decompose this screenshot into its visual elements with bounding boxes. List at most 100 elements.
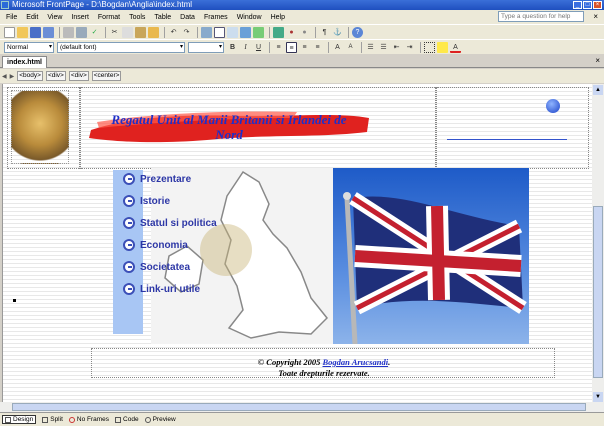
tag-div[interactable]: <div>: [45, 71, 66, 81]
increase-indent-icon[interactable]: ⇥: [404, 42, 415, 53]
align-left-icon[interactable]: ≡: [273, 42, 284, 53]
document-tab-bar: index.html ×: [0, 55, 604, 68]
scroll-down-arrow-icon[interactable]: ▼: [593, 392, 603, 402]
new-page-icon[interactable]: [4, 26, 15, 38]
stop-icon[interactable]: ●: [299, 27, 310, 38]
align-right-icon[interactable]: ≡: [299, 42, 310, 53]
menu-data[interactable]: Data: [180, 14, 195, 21]
tag-forward-arrow-icon[interactable]: ▶: [10, 73, 15, 80]
decrease-indent-icon[interactable]: ⇤: [391, 42, 402, 53]
insert-picture-icon[interactable]: [240, 26, 251, 38]
italic-button[interactable]: I: [240, 42, 251, 53]
save-icon[interactable]: [30, 26, 41, 38]
underline-button[interactable]: U: [253, 42, 264, 53]
no-frames-icon: [68, 416, 75, 423]
nav-item-economia[interactable]: Economia: [123, 234, 217, 256]
align-center-icon[interactable]: ≡: [286, 41, 297, 53]
font-select[interactable]: (default font): [57, 41, 185, 53]
refresh-icon[interactable]: ●: [286, 27, 297, 38]
nav-item-link-uri-utile[interactable]: Link-uri utile: [123, 278, 217, 300]
view-switcher-bar: Design Split No Frames Code Preview: [0, 412, 604, 426]
tag-div[interactable]: <div>: [68, 71, 89, 81]
format-painter-icon[interactable]: [148, 26, 159, 38]
redo-icon[interactable]: ↷: [181, 27, 192, 38]
view-design-button[interactable]: Design: [2, 415, 37, 424]
nav-bullet-icon: [123, 173, 135, 185]
preview-browser-icon[interactable]: [76, 26, 87, 38]
bullets-icon[interactable]: ☰: [378, 42, 389, 53]
undo-icon[interactable]: ↶: [168, 27, 179, 38]
tag-body[interactable]: <body>: [17, 71, 43, 81]
union-jack-flag-image: [333, 168, 529, 345]
globe-icon[interactable]: [546, 99, 560, 113]
view-split-button[interactable]: Split: [42, 416, 63, 423]
menu-insert[interactable]: Insert: [71, 14, 89, 21]
paste-icon[interactable]: [135, 26, 146, 38]
justify-icon[interactable]: ≡: [312, 42, 323, 53]
vertical-scroll-thumb[interactable]: [593, 206, 603, 378]
insert-layer-icon[interactable]: [227, 26, 238, 38]
menu-tools[interactable]: Tools: [129, 14, 145, 21]
nav-item-prezentare[interactable]: Prezentare: [123, 168, 217, 190]
decrease-font-icon[interactable]: A: [345, 42, 356, 53]
font-color-icon[interactable]: A: [450, 42, 461, 53]
web-component-icon[interactable]: [201, 26, 212, 38]
menu-view[interactable]: View: [47, 14, 62, 21]
view-code-button[interactable]: Code: [115, 416, 139, 423]
nav-item-istorie[interactable]: Istorie: [123, 190, 217, 212]
menu-window[interactable]: Window: [237, 14, 262, 21]
close-window-button[interactable]: ×: [593, 1, 602, 9]
borders-icon[interactable]: [424, 41, 435, 53]
design-canvas[interactable]: Regatul Unit al Marii Britanii si Irland…: [2, 84, 592, 404]
stray-bullet-marker: [13, 299, 16, 302]
tab-index-html[interactable]: index.html: [2, 56, 48, 68]
royal-coat-of-arms-image[interactable]: [11, 90, 69, 164]
highlight-icon[interactable]: [437, 41, 448, 53]
close-document-icon[interactable]: ×: [593, 12, 598, 21]
numbering-icon[interactable]: ☰: [365, 42, 376, 53]
vertical-scrollbar[interactable]: ▲ ▼: [592, 84, 604, 404]
style-select[interactable]: Normal: [4, 41, 54, 53]
scroll-up-arrow-icon[interactable]: ▲: [593, 85, 603, 95]
increase-font-icon[interactable]: A: [332, 42, 343, 53]
anchor-icon[interactable]: ⚓: [332, 27, 343, 38]
publish-icon[interactable]: [43, 26, 54, 38]
menu-help[interactable]: Help: [271, 14, 285, 21]
show-all-icon[interactable]: ¶: [319, 27, 330, 38]
tag-back-arrow-icon[interactable]: ◀: [2, 73, 7, 80]
spelling-icon[interactable]: ✓: [89, 27, 100, 38]
tag-center[interactable]: <center>: [91, 71, 122, 81]
print-icon[interactable]: [63, 26, 74, 38]
help-search-input[interactable]: Type a question for help: [498, 11, 584, 22]
hyperlink-icon[interactable]: [273, 26, 284, 38]
toolbar-separator: [105, 26, 106, 38]
toolbar-separator: [164, 26, 165, 38]
nav-item-statul-si-politica[interactable]: Statul si politica: [123, 212, 217, 234]
author-link[interactable]: Bogdan Arucsandi: [322, 357, 388, 367]
view-no-frames-button[interactable]: No Frames: [68, 416, 109, 423]
insert-table-icon[interactable]: [214, 26, 225, 38]
minimize-button[interactable]: _: [573, 1, 582, 9]
horizontal-scroll-thumb[interactable]: [12, 403, 586, 411]
horizontal-scrollbar[interactable]: [0, 402, 604, 412]
cut-icon[interactable]: ✂: [109, 27, 120, 38]
maximize-button[interactable]: □: [583, 1, 592, 9]
font-size-select[interactable]: [188, 41, 224, 53]
nav-item-societatea[interactable]: Societatea: [123, 256, 217, 278]
drawing-icon[interactable]: [253, 26, 264, 38]
menu-file[interactable]: File: [6, 14, 17, 21]
nav-bullet-icon: [123, 239, 135, 251]
menu-frames[interactable]: Frames: [204, 14, 228, 21]
menu-format[interactable]: Format: [98, 14, 120, 21]
page-title-line1: Regatul Unit al Marii Britanii si Irland…: [111, 112, 347, 127]
bold-button[interactable]: B: [227, 42, 238, 53]
help-icon[interactable]: ?: [352, 26, 363, 38]
nav-label: Societatea: [140, 261, 191, 273]
open-folder-icon[interactable]: [17, 26, 28, 38]
menu-edit[interactable]: Edit: [26, 14, 38, 21]
close-tab-icon[interactable]: ×: [595, 56, 600, 65]
copy-icon[interactable]: [122, 26, 133, 38]
menu-bar: File Edit View Insert Format Tools Table…: [0, 10, 604, 24]
menu-table[interactable]: Table: [154, 14, 171, 21]
view-preview-button[interactable]: Preview: [144, 416, 176, 423]
